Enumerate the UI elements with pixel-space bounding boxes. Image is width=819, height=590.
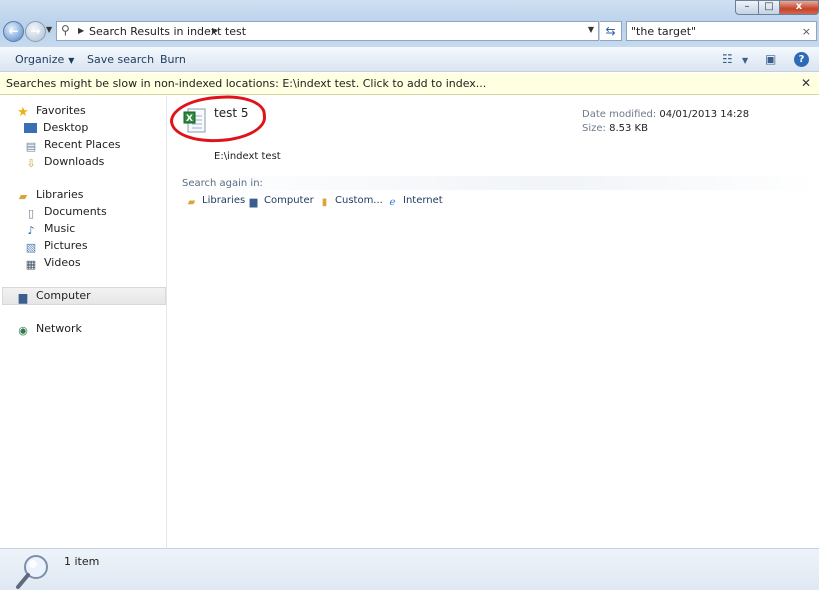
date-modified: Date modified: 04/01/2013 14:28 — [582, 108, 749, 121]
downloads-icon: ⇩ — [26, 157, 36, 170]
nav-videos[interactable]: ▦ Videos — [24, 255, 81, 271]
computer-icon: ▆ — [18, 291, 28, 304]
libraries-icon: ▰ — [187, 197, 196, 208]
link-label: Libraries — [202, 195, 246, 206]
size-label: Size: — [582, 123, 606, 134]
refresh-icon: ⇆ — [605, 24, 616, 38]
maximize-button[interactable]: □ — [758, 0, 780, 15]
nav-network[interactable]: ◉ Network — [16, 321, 82, 337]
item-count: 1 item — [64, 555, 100, 568]
organize-button[interactable]: Organize ▼ — [15, 53, 74, 68]
navigation-pane: ★ Favorites Desktop ▤ Recent Places ⇩ Downl… — [0, 96, 167, 548]
nav-downloads[interactable]: ⇩ Downloads — [24, 154, 104, 170]
index-warning-message[interactable]: Searches might be slow in non-indexed lo… — [6, 77, 486, 91]
nav-label: Documents — [44, 205, 107, 218]
nav-libraries[interactable]: ▰ Libraries — [16, 187, 84, 203]
save-search-button[interactable]: Save search — [87, 53, 154, 67]
chevron-right-icon[interactable]: ▶ — [212, 24, 218, 38]
desktop-icon — [24, 123, 37, 133]
forward-button[interactable]: → — [25, 21, 46, 42]
search-again-computer[interactable]: ▆ Computer — [247, 194, 314, 209]
change-view-icon[interactable]: ☷ — [722, 52, 733, 66]
nav-label: Favorites — [36, 104, 86, 117]
documents-icon: ▯ — [27, 207, 35, 220]
annotation-circle — [168, 92, 268, 146]
link-label: Computer — [264, 195, 314, 206]
help-icon[interactable]: ? — [794, 52, 809, 67]
breadcrumb[interactable]: Search Results in indext test — [89, 24, 246, 39]
date-modified-value: 04/01/2013 14:28 — [659, 109, 750, 120]
chevron-down-icon[interactable]: ▼ — [588, 25, 594, 34]
nav-label: Network — [36, 322, 82, 335]
nav-desktop[interactable]: Desktop — [24, 120, 88, 136]
music-icon: ♪ — [27, 224, 35, 237]
chevron-right-icon[interactable]: ▶ — [78, 24, 84, 38]
search-folder-icon: ⚲ — [61, 23, 70, 37]
date-modified-label: Date modified: — [582, 109, 657, 120]
file-location: E:\indext test — [214, 151, 281, 162]
nav-label: Libraries — [36, 188, 84, 201]
chevron-down-icon: ▼ — [68, 56, 75, 65]
network-icon: ◉ — [18, 324, 28, 337]
nav-label: Computer — [36, 289, 91, 302]
burn-button[interactable]: Burn — [160, 53, 186, 67]
search-again-label: Search again in: — [182, 178, 263, 189]
nav-label: Downloads — [44, 155, 105, 168]
nav-music[interactable]: ♪ Music — [24, 221, 75, 237]
search-query[interactable]: "the target" — [631, 24, 696, 39]
size-value: 8.53 KB — [609, 123, 648, 134]
libraries-icon: ▰ — [18, 190, 28, 203]
nav-documents[interactable]: ▯ Documents — [24, 204, 107, 220]
arrow-right-icon: → — [30, 24, 41, 38]
internet-explorer-icon: ℯ — [389, 197, 396, 208]
search-input[interactable]: "the target" × — [626, 21, 817, 41]
title-bar: ← → ▼ ⚲ ▶ Search Results in indext test … — [0, 0, 819, 47]
nav-label: Recent Places — [44, 138, 121, 151]
computer-icon: ▆ — [249, 197, 258, 208]
pictures-icon: ▧ — [25, 241, 37, 254]
file-size: Size: 8.53 KB — [582, 122, 648, 135]
close-icon[interactable]: ✕ — [801, 76, 811, 90]
command-bar: Organize ▼ Save search Burn ☷ ▼ ▣ ? — [0, 47, 819, 72]
nav-computer[interactable]: ▆ Computer — [2, 287, 166, 305]
star-icon: ★ — [17, 105, 29, 120]
nav-label: Music — [44, 222, 76, 235]
close-button[interactable]: x — [779, 0, 819, 15]
view-options-dropdown[interactable]: ▼ — [742, 54, 748, 68]
custom-folder-icon: ▮ — [321, 197, 328, 208]
results-pane: X test 5 Date modified: 04/01/2013 14:28… — [168, 92, 819, 548]
minimize-button[interactable]: – — [735, 0, 759, 15]
organize-label: Organize — [15, 53, 65, 66]
recent-pages-dropdown[interactable]: ▼ — [46, 25, 52, 34]
nav-label: Desktop — [43, 121, 89, 134]
nav-label: Pictures — [44, 239, 88, 252]
link-label: Internet — [403, 195, 443, 206]
search-again-custom[interactable]: ▮ Custom... — [318, 194, 383, 209]
nav-label: Videos — [44, 256, 81, 269]
magnifier-icon — [16, 555, 48, 589]
clear-search-icon[interactable]: × — [802, 24, 811, 39]
arrow-left-icon: ← — [8, 24, 19, 38]
refresh-button[interactable]: ⇆ — [600, 21, 622, 41]
address-bar[interactable]: ⚲ ▶ Search Results in indext test ▶ ▼ — [56, 21, 599, 41]
link-label: Custom... — [335, 195, 383, 206]
info-bar[interactable]: Searches might be slow in non-indexed lo… — [0, 73, 819, 95]
recent-places-icon: ▤ — [25, 140, 37, 153]
search-again-band — [168, 176, 819, 190]
back-button[interactable]: ← — [3, 21, 24, 42]
preview-pane-icon[interactable]: ▣ — [765, 52, 776, 66]
videos-icon: ▦ — [25, 258, 37, 271]
search-again-internet[interactable]: ℯ Internet — [386, 194, 443, 209]
nav-recent-places[interactable]: ▤ Recent Places — [24, 137, 121, 153]
status-bar: 1 item — [0, 548, 819, 590]
nav-pictures[interactable]: ▧ Pictures — [24, 238, 88, 254]
nav-favorites[interactable]: ★ Favorites — [16, 103, 86, 120]
search-again-libraries[interactable]: ▰ Libraries — [185, 194, 246, 209]
